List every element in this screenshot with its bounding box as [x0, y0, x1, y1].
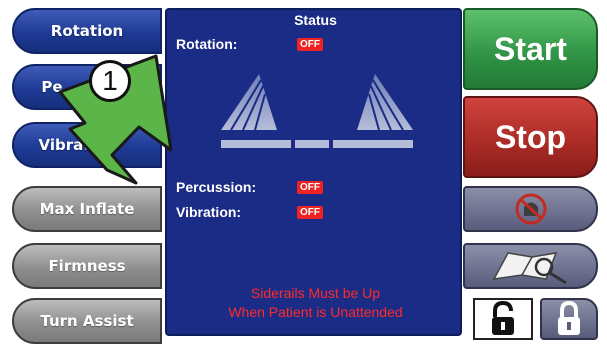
turn-assist-button[interactable]: Turn Assist: [12, 298, 162, 344]
vibration-button-label: Vibrati: [38, 136, 96, 154]
percussion-status-badge: OFF: [297, 181, 323, 194]
siderails-warning-line1: Siderails Must be Up: [250, 285, 381, 301]
rotation-button-label: Rotation: [50, 22, 124, 40]
no-bell-icon: [515, 193, 546, 225]
rotation-button[interactable]: Rotation: [12, 8, 162, 54]
unlock-icon: [492, 301, 514, 335]
rotation-status-label: Rotation:: [176, 36, 238, 52]
percussion-button-label: Pe: [41, 78, 63, 96]
lock-icon: [558, 301, 580, 335]
rotation-status-badge: OFF: [297, 38, 323, 51]
unlock-button[interactable]: [473, 298, 533, 340]
vibration-status-badge: OFF: [297, 206, 323, 219]
max-inflate-button-label: Max Inflate: [39, 200, 135, 218]
stop-button-label: Stop: [494, 118, 567, 155]
manual-button[interactable]: [463, 243, 598, 289]
step-number-badge: 1: [89, 60, 131, 102]
firmness-button[interactable]: Firmness: [12, 243, 162, 289]
firmness-button-label: Firmness: [48, 257, 126, 275]
status-panel: Status Rotation: OFF Percussion: OFF Vib…: [165, 8, 462, 336]
vibration-status-label: Vibration:: [176, 204, 242, 220]
status-title: Status: [294, 12, 337, 28]
vibration-button[interactable]: Vibrati: [12, 122, 162, 168]
start-button-label: Start: [494, 30, 567, 67]
bed-position-icon: [221, 74, 413, 148]
percussion-button[interactable]: Pe: [12, 64, 162, 110]
max-inflate-button[interactable]: Max Inflate: [12, 186, 162, 232]
turn-assist-button-label: Turn Assist: [40, 312, 134, 330]
lock-button[interactable]: [540, 298, 598, 340]
siderails-warning-line2: When Patient is Unattended: [228, 304, 403, 320]
stop-button[interactable]: Stop: [463, 96, 598, 178]
start-button[interactable]: Start: [463, 8, 598, 90]
alarm-silence-button[interactable]: [463, 186, 598, 232]
bed-control-screen: Rotation Pe Vibrati Max Inflate Firmness…: [0, 0, 607, 344]
manual-search-icon: [492, 252, 567, 285]
percussion-status-label: Percussion:: [176, 179, 257, 195]
